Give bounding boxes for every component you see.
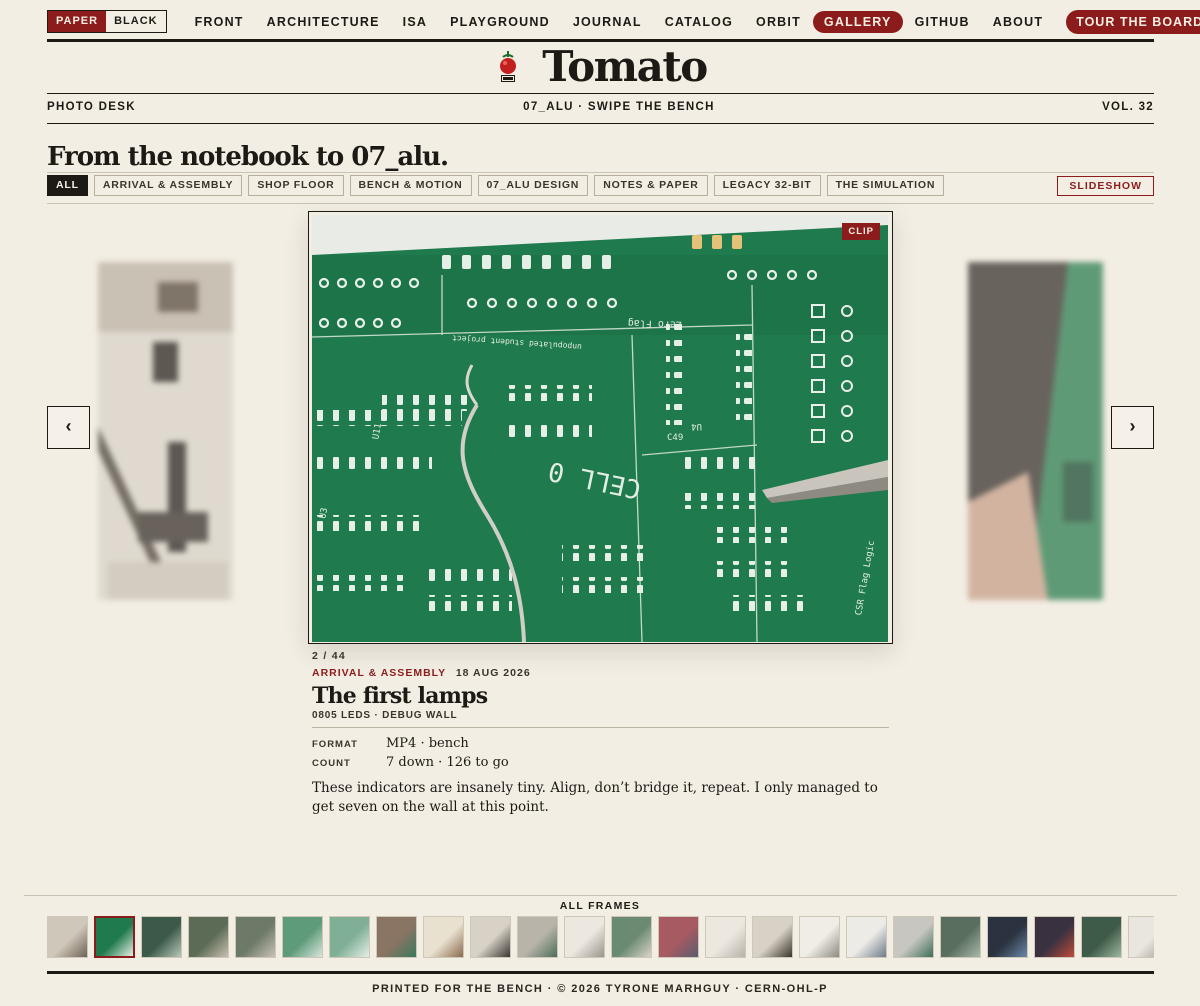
filter-chip-07-alu-design[interactable]: 07_ALU DESIGN (477, 175, 589, 196)
filmstrip-thumb[interactable] (799, 916, 840, 958)
masthead: Tomato (47, 44, 1154, 90)
caption-subtitle: 0805 LEDS · DEBUG WALL (312, 710, 458, 721)
filmstrip-thumb[interactable] (376, 916, 417, 958)
filmstrip-thumb[interactable] (235, 916, 276, 958)
filmstrip-thumb[interactable] (282, 916, 323, 958)
filter-chip-shop-floor[interactable]: SHOP FLOOR (248, 175, 344, 196)
caption-section[interactable]: ARRIVAL & ASSEMBLY (312, 667, 446, 679)
subhead-left: PHOTO DESK (47, 101, 136, 113)
filter-chip-the-simulation[interactable]: THE SIMULATION (826, 175, 945, 196)
footer-credit: PRINTED FOR THE BENCH · © 2026 TYRONE MA… (372, 983, 828, 995)
clip-badge: CLIP (842, 223, 880, 240)
chevron-left-icon: ‹ (65, 416, 72, 436)
spec-label: COUNT (312, 758, 351, 769)
spec-row-format: FORMAT MP4 · bench (312, 736, 889, 755)
caption-divider (312, 727, 889, 728)
nav-item-catalog[interactable]: CATALOG (665, 15, 733, 29)
nav-item-gallery[interactable]: GALLERY (812, 10, 903, 33)
nav-item-playground[interactable]: PLAYGROUND (450, 15, 550, 29)
page-title: From the notebook to 07_alu. (47, 142, 449, 172)
subhead-right: VOL. 32 (1102, 101, 1154, 113)
main-frame[interactable]: CELL 0 Zero Flag unpopulated student pro… (308, 211, 893, 644)
spec-value: MP4 · bench (386, 736, 469, 751)
filmstrip-thumb[interactable] (470, 916, 511, 958)
filter-chip-all[interactable]: ALL (47, 175, 88, 196)
pcb-ref-c49: C49 (667, 433, 683, 443)
filmstrip-thumb[interactable] (658, 916, 699, 958)
spec-label: FORMAT (312, 739, 358, 750)
nav-item-github[interactable]: GITHUB (915, 15, 970, 29)
theme-toggle[interactable]: PAPER BLACK (47, 10, 167, 33)
slideshow-button[interactable]: SLIDESHOW (1057, 175, 1154, 196)
filmstrip-thumb[interactable] (705, 916, 746, 958)
filmstrip-thumb[interactable] (517, 916, 558, 958)
frame-caption: 2 / 44 ARRIVAL & ASSEMBLY 18 AUG 2026 Th… (312, 650, 889, 817)
pcb-photo: CELL 0 Zero Flag unpopulated student pro… (312, 215, 888, 642)
filter-chip-notes-paper[interactable]: NOTES & PAPER (594, 175, 708, 196)
site-brand[interactable]: Tomato (542, 44, 708, 90)
masthead-divider (47, 93, 1154, 94)
filmstrip-thumb[interactable] (611, 916, 652, 958)
filter-chip-bench-motion[interactable]: BENCH & MOTION (349, 175, 472, 196)
tour-the-board-button[interactable]: TOUR THE BOARD (1066, 9, 1200, 34)
filter-chip-arrival-assembly[interactable]: ARRIVAL & ASSEMBLY (93, 175, 243, 196)
spec-value: 7 down · 126 to go (386, 755, 509, 770)
caption-date: 18 AUG 2026 (455, 667, 531, 679)
filmstrip-thumb[interactable] (564, 916, 605, 958)
filmstrip-thumb[interactable] (94, 916, 135, 958)
nav-item-orbit[interactable]: ORBIT (756, 15, 801, 29)
caption-meta: ARRIVAL & ASSEMBLY 18 AUG 2026 (312, 667, 889, 679)
filmstrip-label: ALL FRAMES (559, 900, 641, 912)
filmstrip-thumb[interactable] (940, 916, 981, 958)
filters-bottom-rule (47, 203, 1154, 204)
filmstrip-thumb[interactable] (423, 916, 464, 958)
filmstrip-thumb[interactable] (47, 916, 88, 958)
previous-frame-preview[interactable] (98, 262, 233, 600)
filmstrip-thumb[interactable] (752, 916, 793, 958)
chevron-right-icon: › (1129, 416, 1136, 436)
subhead: PHOTO DESK 07_ALU · SWIPE THE BENCH VOL.… (47, 101, 1154, 113)
nav-item-about[interactable]: ABOUT (993, 15, 1043, 29)
nav-item-journal[interactable]: JOURNAL (573, 15, 642, 29)
filmstrip-thumb[interactable] (1034, 916, 1075, 958)
previous-frame-button[interactable]: ‹ (47, 406, 90, 449)
caption-title: The first lamps (312, 683, 488, 709)
frame-counter: 2 / 44 (312, 650, 347, 662)
subhead-divider (47, 123, 1154, 124)
nav-item-architecture[interactable]: ARCHITECTURE (267, 15, 380, 29)
footer-divider (47, 971, 1154, 974)
theme-option-black[interactable]: BLACK (106, 11, 166, 32)
filmstrip-thumb[interactable] (846, 916, 887, 958)
filmstrip-thumb[interactable] (141, 916, 182, 958)
pcb-ref-u3: U3 (318, 507, 330, 519)
theme-option-paper[interactable]: PAPER (48, 11, 107, 32)
caption-body: These indicators are insanely tiny. Alig… (312, 780, 878, 815)
nav-items: FRONT ARCHITECTURE ISA PLAYGROUND JOURNA… (195, 9, 1200, 34)
filmstrip-thumb[interactable] (987, 916, 1028, 958)
nav-item-front[interactable]: FRONT (195, 15, 244, 29)
filmstrip-thumb[interactable] (893, 916, 934, 958)
filmstrip-thumb[interactable] (1081, 916, 1122, 958)
filters-top-rule (47, 172, 1154, 173)
top-nav: PAPER BLACK FRONT ARCHITECTURE ISA PLAYG… (47, 9, 1200, 34)
filmstrip-thumb[interactable] (1128, 916, 1154, 958)
filmstrip-thumb[interactable] (329, 916, 370, 958)
pcb-flag-label: Zero Flag (628, 317, 683, 330)
next-frame-button[interactable]: › (1111, 406, 1154, 449)
filmstrip (47, 916, 1154, 959)
nav-item-isa[interactable]: ISA (403, 15, 427, 29)
subhead-center: 07_ALU · SWIPE THE BENCH (523, 101, 715, 113)
next-frame-preview[interactable] (968, 262, 1103, 600)
filmstrip-divider (24, 895, 1177, 896)
filmstrip-thumb[interactable] (188, 916, 229, 958)
filter-bar: ALL ARRIVAL & ASSEMBLY SHOP FLOOR BENCH … (47, 175, 1154, 196)
filter-chip-legacy-32-bit[interactable]: LEGACY 32-BIT (713, 175, 821, 196)
spec-row-count: COUNT 7 down · 126 to go (312, 755, 889, 774)
pcb-ref-u4: U4 (691, 421, 702, 431)
tomato-chip-icon[interactable] (494, 47, 522, 87)
